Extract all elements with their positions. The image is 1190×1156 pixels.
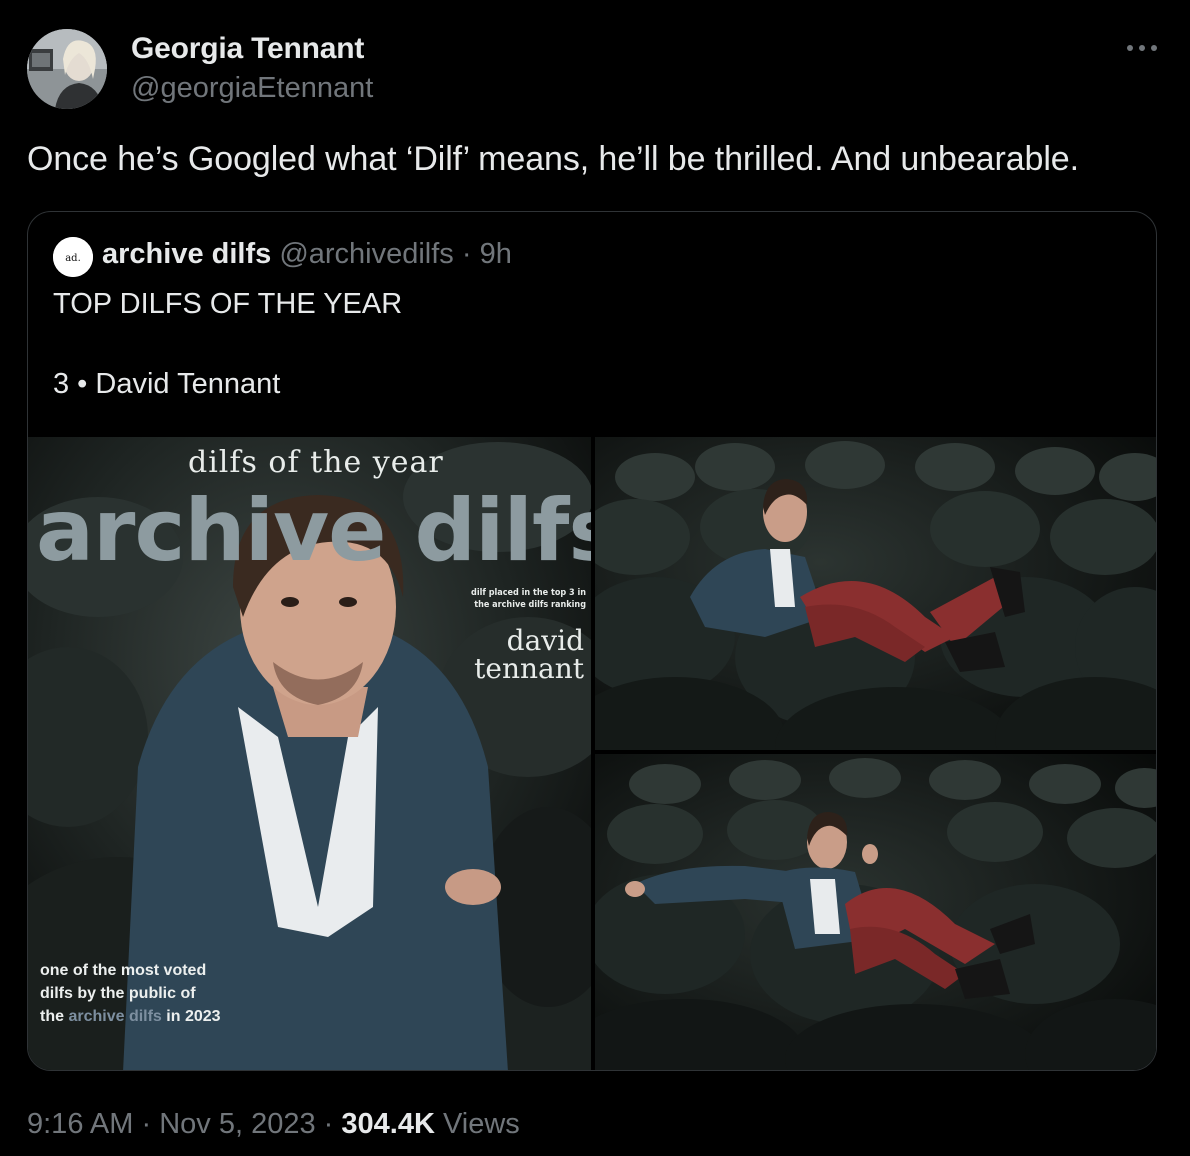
tweet: Georgia Tennant @georgiaEtennant Once he… (0, 0, 1190, 1156)
quoted-text-line1: TOP DILFS OF THE YEAR (53, 288, 403, 320)
author-name[interactable]: Georgia Tennant (131, 32, 364, 66)
svg-text:ad.: ad. (65, 253, 81, 264)
meta-separator-2: · (323, 1108, 334, 1140)
more-button[interactable] (1120, 30, 1164, 66)
author-avatar-photo (27, 29, 107, 109)
poster-brand: archive dilfs (36, 481, 591, 581)
quoted-time[interactable]: 9h (480, 238, 512, 270)
quoted-handle[interactable]: @archivedilfs (279, 238, 454, 270)
author-handle[interactable]: @georgiaEtennant (131, 72, 373, 105)
poster-voted-line1: one of the most voted (40, 962, 207, 979)
tweet-text: Once he’s Googled what ‘Dilf’ means, he’… (27, 140, 1079, 178)
poster-voted-text: one of the most voted dilfs by the publi… (40, 959, 240, 1028)
author-avatar[interactable] (27, 29, 107, 109)
poster-placed-text: dilf placed in the top 3 in the archive … (468, 587, 586, 611)
media-image-main[interactable]: dilfs of the year archive dilfs dilf pla… (28, 437, 591, 1070)
tweet-date[interactable]: Nov 5, 2023 (159, 1108, 315, 1140)
meta-separator-1: · (141, 1108, 152, 1140)
views-label: Views (442, 1108, 520, 1140)
poster-placed-line2: the archive dilfs ranking (474, 600, 586, 610)
poster-title: dilfs of the year (188, 445, 444, 480)
poster-voted-suffix: in 2023 (161, 1008, 221, 1025)
theater-photo-1 (595, 437, 1156, 750)
quoted-avatar[interactable]: ad. (53, 237, 93, 277)
quoted-header: archive dilfs @archivedilfs · 9h (102, 238, 512, 271)
tweet-time[interactable]: 9:16 AM (27, 1108, 133, 1140)
more-horizontal-icon (1127, 45, 1157, 51)
tweet-meta: 9:16 AM · Nov 5, 2023 · 304.4K Views (27, 1108, 520, 1141)
quoted-name[interactable]: archive dilfs (102, 238, 271, 270)
quoted-media: dilfs of the year archive dilfs dilf pla… (28, 437, 1156, 1070)
views-count[interactable]: 304.4K (341, 1108, 435, 1140)
quoted-separator: · (461, 238, 472, 270)
media-image-bottom-right[interactable] (595, 754, 1156, 1070)
poster-person-line1: david (506, 624, 584, 657)
poster-placed-line1: dilf placed in the top 3 in (471, 588, 586, 598)
archive-dilfs-logo-icon: ad. (53, 237, 93, 277)
poster-voted-highlight: archive dilfs (68, 1008, 162, 1025)
poster-voted-line3: the archive dilfs in 2023 (40, 1005, 240, 1028)
poster-person-line2: tennant (474, 652, 584, 685)
poster-person-name: david tennant (448, 627, 584, 683)
media-image-top-right[interactable] (595, 437, 1156, 750)
poster-voted-prefix: the (40, 1008, 69, 1025)
quoted-text-line2: 3 • David Tennant (53, 368, 281, 400)
poster-voted-line2: dilfs by the public of (40, 985, 196, 1002)
quoted-tweet-card[interactable]: ad. archive dilfs @archivedilfs · 9h TOP… (27, 211, 1157, 1071)
theater-photo-2 (595, 754, 1156, 1070)
